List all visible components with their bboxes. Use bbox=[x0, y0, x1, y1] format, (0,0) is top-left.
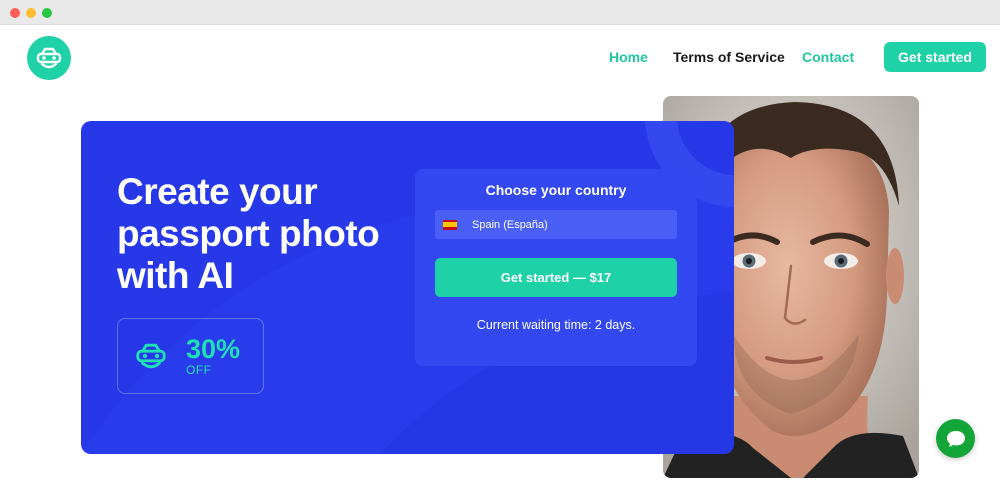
country-select-value: Spain (España) bbox=[472, 218, 548, 231]
chat-bubble-icon bbox=[946, 430, 965, 447]
get-started-price-button[interactable]: Get started — $17 bbox=[435, 258, 677, 297]
hero-title-line-3: with AI bbox=[117, 255, 234, 296]
nav-home-link[interactable]: Home bbox=[609, 49, 648, 65]
window-close-dot[interactable] bbox=[10, 8, 20, 18]
logo-icon[interactable] bbox=[27, 36, 71, 80]
hero-title: Create your passport photo with AI bbox=[117, 171, 417, 297]
get-started-button[interactable]: Get started bbox=[884, 42, 986, 72]
car-face-icon bbox=[132, 337, 170, 375]
discount-percent: 30% bbox=[186, 334, 241, 364]
country-panel-title: Choose your country bbox=[485, 182, 627, 198]
car-face-logo-icon bbox=[36, 47, 62, 69]
hero-banner: Create your passport photo with AI 30% O… bbox=[81, 121, 734, 454]
nav-terms-link[interactable]: Terms of Service bbox=[673, 49, 785, 65]
browser-chrome bbox=[0, 0, 1000, 25]
waiting-time-text: Current waiting time: 2 days. bbox=[476, 318, 636, 332]
discount-off-label: OFF bbox=[186, 363, 212, 377]
window-maximize-dot[interactable] bbox=[42, 8, 52, 18]
country-select[interactable]: Spain (España) bbox=[435, 210, 677, 239]
nav-contact-link[interactable]: Contact bbox=[802, 49, 854, 65]
hero-title-line-2: passport photo bbox=[117, 213, 380, 254]
hero-title-line-1: Create your bbox=[117, 171, 318, 212]
country-panel: Choose your country Spain (España) Get s… bbox=[415, 169, 697, 366]
chat-button[interactable] bbox=[936, 419, 975, 458]
discount-badge: 30% OFF bbox=[117, 318, 264, 394]
spain-flag-icon bbox=[443, 219, 457, 230]
window-minimize-dot[interactable] bbox=[26, 8, 36, 18]
